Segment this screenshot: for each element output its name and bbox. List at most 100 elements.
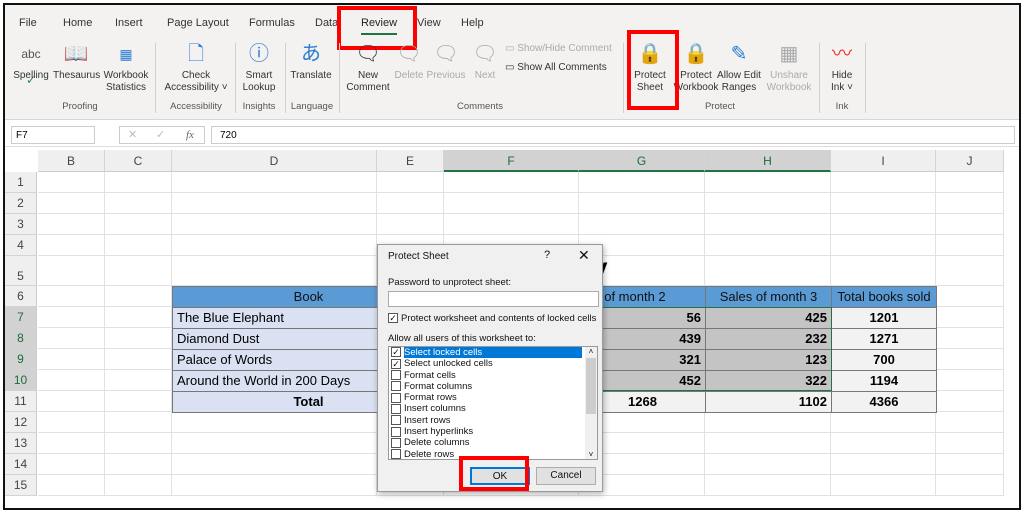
cell[interactable]	[444, 214, 579, 235]
cell[interactable]	[38, 391, 105, 412]
checkbox-checked[interactable]: ✓	[391, 347, 401, 358]
month-3-value[interactable]: 322	[705, 370, 832, 392]
show-all-comments-button[interactable]: ▭ Show All Comments	[505, 62, 607, 73]
checkbox-unchecked[interactable]	[391, 392, 401, 403]
cell[interactable]	[105, 370, 172, 391]
cell[interactable]	[38, 328, 105, 349]
cell[interactable]	[705, 475, 831, 496]
permission-item[interactable]: Format cells	[389, 370, 597, 381]
row-header-13[interactable]: 13	[5, 433, 37, 454]
cell[interactable]	[831, 214, 936, 235]
cell[interactable]	[831, 235, 936, 256]
smart-lookup-button[interactable]: ⓘ Smart Lookup	[239, 41, 279, 94]
cell[interactable]	[38, 412, 105, 433]
enter-icon[interactable]: ✓	[156, 128, 165, 141]
cell[interactable]	[936, 370, 1004, 391]
checkbox-checked[interactable]: ✓	[388, 313, 398, 324]
workbook-statistics-button[interactable]: ▦ Workbook Statistics	[101, 41, 151, 94]
row-header-11[interactable]: 11	[5, 391, 37, 412]
thesaurus-button[interactable]: 📖 Thesaurus	[53, 41, 100, 82]
cell[interactable]	[936, 475, 1004, 496]
cell[interactable]	[172, 214, 377, 235]
formula-input[interactable]: 720	[211, 126, 1015, 144]
cancel-icon[interactable]: ✕	[128, 128, 137, 141]
column-header-f[interactable]: F	[444, 150, 579, 172]
tab-help[interactable]: Help	[461, 17, 484, 29]
cell[interactable]	[705, 214, 831, 235]
cell[interactable]	[377, 172, 444, 193]
cell[interactable]	[105, 391, 172, 412]
show-hide-comment-button[interactable]: ▭ Show/Hide Comment	[505, 43, 612, 54]
tab-page-layout[interactable]: Page Layout	[167, 17, 229, 29]
permission-item[interactable]: Format rows	[389, 392, 597, 403]
scroll-up-icon[interactable]: ˄	[585, 347, 597, 356]
cell[interactable]	[579, 172, 705, 193]
cell[interactable]	[936, 391, 1004, 412]
cell[interactable]	[831, 454, 936, 475]
previous-comment-button[interactable]: 🗨 Previous	[425, 41, 467, 82]
total-month-3[interactable]: 1102	[705, 391, 832, 413]
cell[interactable]	[444, 172, 579, 193]
protect-workbook-button[interactable]: 🔒 Protect Workbook	[673, 41, 719, 94]
checkbox-unchecked[interactable]	[391, 370, 401, 381]
cell[interactable]	[38, 256, 105, 286]
cell[interactable]	[172, 454, 377, 475]
cell[interactable]	[38, 214, 105, 235]
cell[interactable]	[936, 454, 1004, 475]
cell[interactable]	[172, 256, 377, 286]
cell[interactable]	[105, 286, 172, 307]
cell[interactable]	[936, 235, 1004, 256]
check-accessibility-button[interactable]: 🗋 Check Accessibility ˅	[161, 41, 231, 94]
scrollbar[interactable]: ˄ ˅	[585, 347, 597, 459]
name-box[interactable]: F7	[11, 126, 95, 144]
row-header-15[interactable]: 15	[5, 475, 37, 496]
password-input[interactable]	[388, 291, 599, 307]
cell[interactable]	[105, 172, 172, 193]
tab-insert[interactable]: Insert	[115, 17, 143, 29]
cell[interactable]	[105, 307, 172, 328]
checkbox-checked[interactable]: ✓	[391, 358, 401, 369]
row-header-6[interactable]: 6	[5, 286, 37, 307]
cell[interactable]	[579, 193, 705, 214]
hide-ink-button[interactable]: 〰 Hide Ink ˅	[825, 41, 859, 94]
scroll-down-icon[interactable]: ˅	[585, 450, 597, 459]
cell[interactable]	[831, 433, 936, 454]
month-3-value[interactable]: 123	[705, 349, 832, 371]
cell[interactable]	[105, 454, 172, 475]
allow-edit-ranges-button[interactable]: ✎ Allow Edit Ranges	[717, 41, 761, 94]
cancel-button[interactable]: Cancel	[536, 467, 596, 485]
cell[interactable]	[377, 214, 444, 235]
cell[interactable]	[831, 256, 936, 286]
column-header-d[interactable]: D	[172, 150, 377, 172]
cell[interactable]	[936, 328, 1004, 349]
permission-item[interactable]: ✓ Select locked cells	[389, 347, 597, 358]
checkbox-unchecked[interactable]	[391, 437, 401, 448]
cell[interactable]	[105, 193, 172, 214]
permission-item[interactable]: Insert rows	[389, 415, 597, 426]
cell[interactable]	[831, 475, 936, 496]
row-header-3[interactable]: 3	[5, 214, 37, 235]
help-button[interactable]: ?	[544, 249, 550, 261]
cell[interactable]	[831, 172, 936, 193]
cell[interactable]	[105, 433, 172, 454]
close-icon[interactable]: ✕	[578, 247, 590, 264]
cell[interactable]	[105, 235, 172, 256]
cell[interactable]	[38, 286, 105, 307]
tab-file[interactable]: File	[19, 17, 37, 29]
cell[interactable]	[38, 307, 105, 328]
cell[interactable]	[172, 475, 377, 496]
cell[interactable]	[105, 214, 172, 235]
checkbox-unchecked[interactable]	[391, 381, 401, 392]
column-header-b[interactable]: B	[38, 150, 105, 172]
header-month-3[interactable]: Sales of month 3	[705, 286, 832, 308]
column-header-i[interactable]: I	[831, 150, 936, 172]
permission-item[interactable]: ✓ Select unlocked cells	[389, 358, 597, 369]
column-header-j[interactable]: J	[936, 150, 1004, 172]
fx-icon[interactable]: fx	[186, 129, 194, 141]
tab-formulas[interactable]: Formulas	[249, 17, 295, 29]
column-header-c[interactable]: C	[105, 150, 172, 172]
spelling-button[interactable]: abc ✓ Spelling	[13, 41, 49, 87]
cell[interactable]	[172, 235, 377, 256]
cell[interactable]	[105, 412, 172, 433]
tab-data[interactable]: Data	[315, 17, 338, 29]
